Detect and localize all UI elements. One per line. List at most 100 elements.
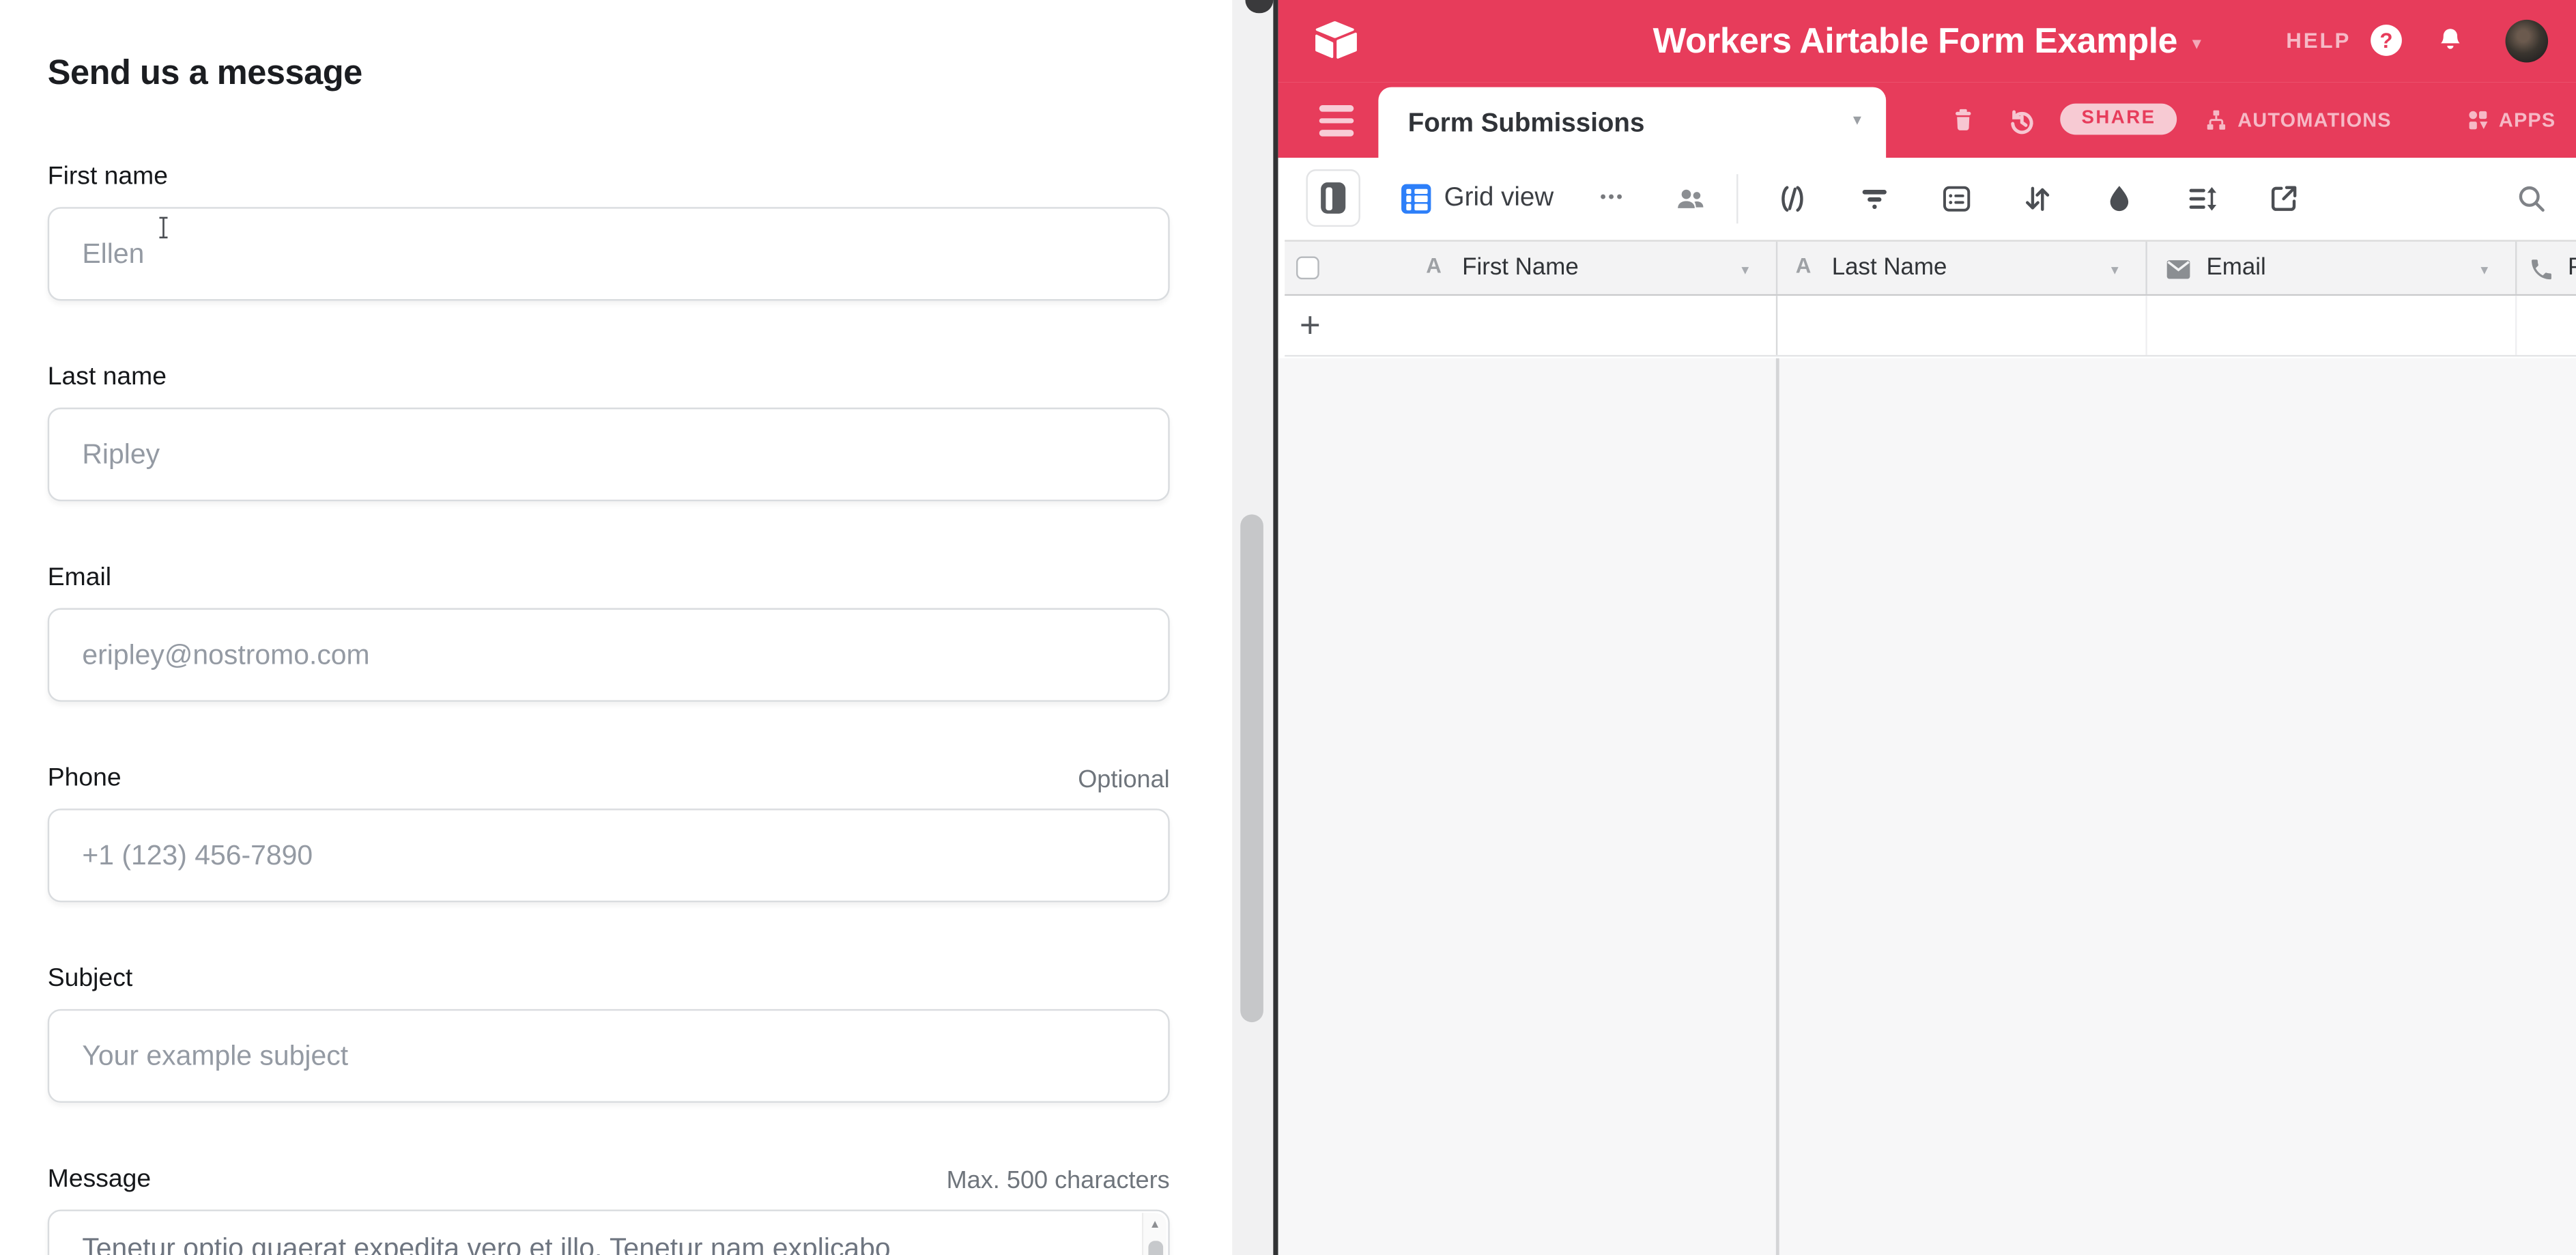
column-caret-icon[interactable]: ▾ [2111, 262, 2119, 279]
apps-icon [2464, 107, 2491, 133]
collaborators-icon[interactable] [1672, 181, 1708, 217]
page-scrollbar-thumb[interactable] [1240, 514, 1263, 1022]
contact-form-pane: Send us a message First name Last name E… [0, 0, 1231, 1255]
scroll-up-arrow-icon[interactable]: ▲ [1143, 1219, 1167, 1231]
history-icon[interactable] [2006, 105, 2037, 137]
help-question-icon[interactable]: ? [2371, 25, 2402, 56]
message-scrollbar-thumb[interactable] [1147, 1241, 1162, 1255]
field-subject: Subject [48, 965, 1170, 1103]
share-view-icon [2265, 181, 2302, 217]
window-split-divider[interactable] [1273, 0, 1278, 1255]
sort-button[interactable] [2019, 181, 2055, 217]
message-textarea[interactable]: Tenetur optio quaerat expedita vero et i… [48, 1209, 1170, 1255]
view-toolbar: Grid view ••• [1278, 158, 2576, 240]
color-drop-icon [2101, 181, 2137, 217]
view-options-ellipsis-icon[interactable]: ••• [1600, 158, 1625, 240]
field-first-name: First name [48, 163, 1170, 300]
automations-button[interactable]: AUTOMATIONS [2203, 107, 2392, 133]
airtable-window: Workers Airtable Form Example ▾ HELP ? F… [1278, 0, 2576, 1255]
message-label: Message [48, 1165, 151, 1194]
phone-optional-note: Optional [1078, 766, 1169, 794]
phone-input[interactable] [48, 808, 1170, 902]
base-title-caret-icon[interactable]: ▾ [2192, 33, 2201, 54]
search-button[interactable] [2514, 181, 2550, 217]
group-icon [1938, 181, 1975, 217]
column-header-phone[interactable]: Phone [2568, 242, 2576, 296]
toolbar-divider [1736, 174, 1738, 223]
column-divider [2515, 296, 2517, 355]
column-divider[interactable] [2145, 242, 2147, 294]
first-name-label: First name [48, 163, 168, 192]
apps-button[interactable]: APPS [2464, 107, 2556, 133]
grid-empty-area [1278, 358, 2576, 1255]
column-divider [1776, 296, 1777, 355]
text-cursor-icon [156, 215, 171, 240]
table-tab-label: Form Submissions [1408, 87, 1645, 161]
base-title[interactable]: Workers Airtable Form Example [1653, 20, 2177, 61]
subject-label: Subject [48, 965, 132, 994]
column-divider[interactable] [2515, 242, 2517, 294]
phone-field-icon [2528, 256, 2555, 283]
text-field-icon: A [1796, 253, 1812, 278]
airtable-topbar: Workers Airtable Form Example ▾ HELP ? [1278, 0, 2576, 82]
email-input[interactable] [48, 608, 1170, 702]
trash-icon[interactable] [1949, 105, 1978, 135]
column-header-last-name[interactable]: Last Name [1832, 242, 1947, 296]
share-view-button[interactable] [2265, 181, 2302, 217]
hide-fields-button[interactable] [1774, 181, 1810, 217]
sidebar-panel-icon [1321, 182, 1345, 214]
select-all-checkbox[interactable] [1296, 256, 1319, 279]
view-sidebar-toggle-button[interactable] [1306, 169, 1360, 227]
notifications-bell-icon[interactable] [2435, 25, 2466, 56]
field-phone: Phone Optional [48, 764, 1170, 902]
automations-icon [2203, 107, 2230, 133]
color-button[interactable] [2101, 181, 2137, 217]
page-scrollbar[interactable] [1232, 0, 1273, 1255]
table-tab-form-submissions[interactable]: Form Submissions ▾ [1378, 87, 1886, 158]
table-tab-bar: Form Submissions ▾ SHARE AUTOMATIONS [1278, 82, 2576, 158]
grid-header-row: A First Name ▾ A Last Name ▾ Email ▾ Pho… [1285, 240, 2576, 296]
field-message: Message Max. 500 characters Tenetur opti… [48, 1165, 1170, 1255]
subject-input[interactable] [48, 1009, 1170, 1103]
search-icon [2514, 181, 2550, 217]
message-scrollbar[interactable]: ▲ [1142, 1213, 1167, 1255]
column-caret-icon[interactable]: ▾ [2480, 262, 2488, 279]
message-text: Tenetur optio quaerat expedita vero et i… [49, 1211, 1168, 1255]
column-caret-icon[interactable]: ▾ [1741, 262, 1749, 279]
message-max-note: Max. 500 characters [947, 1167, 1170, 1195]
table-tab-caret-icon[interactable]: ▾ [1853, 112, 1861, 130]
phone-label: Phone [48, 764, 121, 793]
scrollbar-top-arc [1245, 0, 1273, 13]
field-email: Email [48, 564, 1170, 702]
text-field-icon: A [1426, 253, 1442, 278]
filter-button[interactable] [1857, 181, 1893, 217]
first-name-input[interactable] [48, 207, 1170, 300]
column-divider [2145, 296, 2147, 355]
last-name-label: Last name [48, 363, 167, 393]
grid-view-label: Grid view [1444, 184, 1554, 214]
form-title: Send us a message [48, 54, 362, 94]
apps-label: APPS [2499, 109, 2556, 132]
user-avatar[interactable] [2506, 20, 2549, 63]
field-last-name: Last name [48, 363, 1170, 501]
row-height-icon [2184, 181, 2220, 217]
grid-add-row[interactable]: + [1285, 296, 2576, 356]
automations-label: AUTOMATIONS [2237, 109, 2392, 132]
hide-fields-icon [1774, 181, 1810, 217]
sidebar-menu-icon[interactable] [1319, 105, 1354, 142]
add-row-plus-icon[interactable]: + [1300, 296, 1321, 353]
last-name-input[interactable] [48, 408, 1170, 501]
column-divider[interactable] [1776, 242, 1777, 294]
share-button[interactable]: SHARE [2060, 104, 2177, 135]
help-button[interactable]: HELP [2286, 28, 2351, 53]
email-label: Email [48, 564, 111, 593]
row-height-button[interactable] [2184, 181, 2220, 217]
filter-icon [1857, 181, 1893, 217]
column-header-email[interactable]: Email [2206, 242, 2265, 296]
sort-icon [2019, 181, 2055, 217]
grid-view-icon [1401, 184, 1431, 214]
grid-view-button[interactable]: Grid view [1401, 158, 1554, 240]
column-header-first-name[interactable]: First Name [1462, 242, 1579, 296]
first-column-divider [1776, 358, 1779, 1255]
group-button[interactable] [1938, 181, 1975, 217]
